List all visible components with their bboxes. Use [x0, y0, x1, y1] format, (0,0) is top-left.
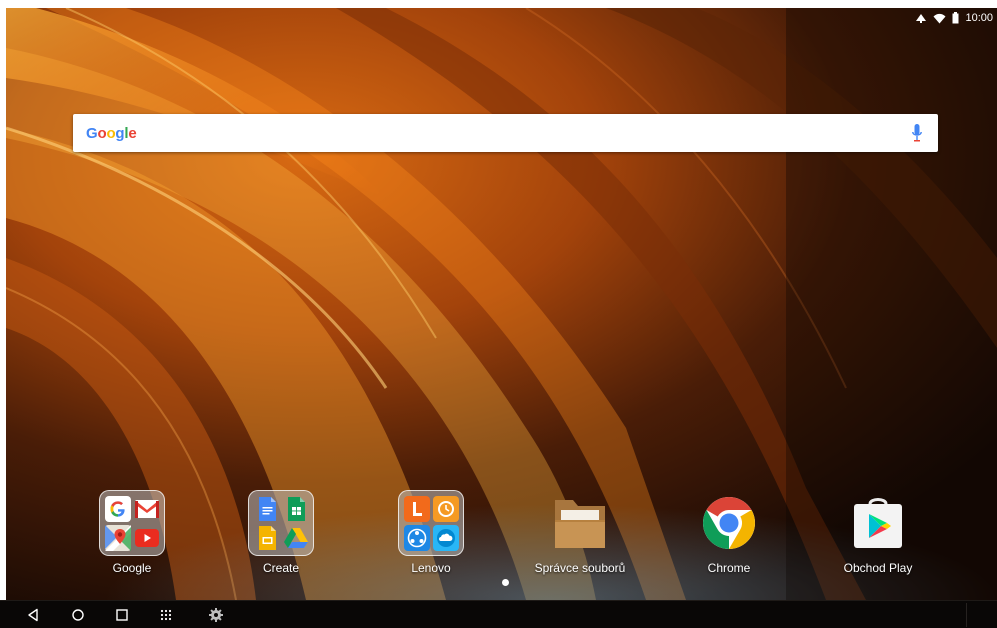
- docs-icon: [254, 496, 280, 522]
- folder-create-label: Create: [262, 561, 300, 575]
- app-drawer-icon[interactable]: [154, 605, 178, 625]
- folder-lenovo[interactable]: Lenovo: [371, 490, 491, 575]
- folder-create[interactable]: Create: [221, 490, 341, 575]
- wifi-icon: [933, 13, 946, 24]
- app-play-store-label: Obchod Play: [843, 561, 913, 575]
- folder-lenovo-icon: [398, 490, 464, 556]
- lenovo-cloud-icon: [433, 525, 459, 551]
- lenovo-clock-icon: [433, 496, 459, 522]
- google-logo: Google: [86, 125, 137, 142]
- screen-frame-top: [0, 0, 997, 8]
- folder-lenovo-label: Lenovo: [411, 561, 451, 575]
- microphone-icon[interactable]: [912, 124, 922, 147]
- status-time: 10:00: [965, 12, 993, 24]
- home-screen: 10:00 Google Google Create Lenovo Správc…: [0, 0, 997, 628]
- folder-google-label: Google: [112, 561, 152, 575]
- google-logo-letter: e: [128, 124, 137, 142]
- folder-create-icon: [248, 490, 314, 556]
- battery-icon: [952, 12, 959, 24]
- play-store-icon: [845, 490, 911, 556]
- settings-icon[interactable]: [204, 605, 228, 625]
- sheets-icon: [283, 496, 309, 522]
- data-saver-icon: [915, 12, 927, 24]
- status-bar: 10:00: [915, 8, 997, 28]
- navigation-bar: [0, 600, 997, 628]
- file-manager-icon: [547, 490, 613, 556]
- slides-icon: [254, 525, 280, 551]
- app-chrome[interactable]: Chrome: [669, 490, 789, 575]
- gmail-icon: [134, 496, 160, 522]
- recents-icon[interactable]: [110, 605, 134, 625]
- home-icon[interactable]: [66, 605, 90, 625]
- share-it-icon: [404, 525, 430, 551]
- google-icon: [105, 496, 131, 522]
- app-chrome-label: Chrome: [707, 561, 751, 575]
- app-play-store[interactable]: Obchod Play: [818, 490, 938, 575]
- app-file-manager-label: Správce souborů: [534, 561, 626, 575]
- nav-divider: [966, 603, 967, 627]
- app-file-manager[interactable]: Správce souborů: [520, 490, 640, 575]
- chrome-icon: [696, 490, 762, 556]
- drive-icon: [283, 525, 309, 551]
- google-search-bar[interactable]: Google: [73, 114, 938, 152]
- maps-icon: [105, 525, 131, 551]
- folder-google-icon: [99, 490, 165, 556]
- folder-google[interactable]: Google: [72, 490, 192, 575]
- google-logo-letter: G: [86, 124, 98, 142]
- lenovo-icon: [404, 496, 430, 522]
- back-icon[interactable]: [21, 605, 45, 625]
- page-indicator-dot: [502, 579, 509, 586]
- youtube-icon: [134, 525, 160, 551]
